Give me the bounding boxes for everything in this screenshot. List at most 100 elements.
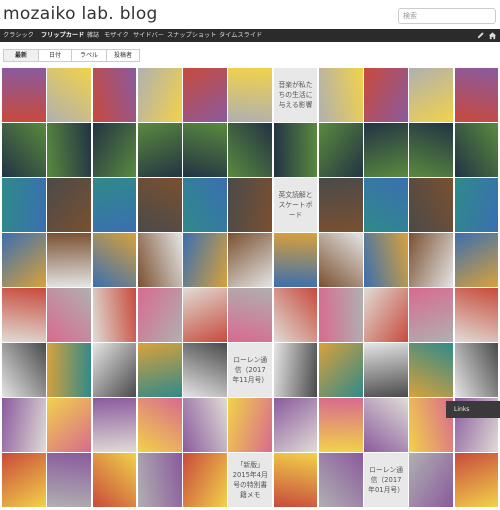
post-tile[interactable] bbox=[364, 288, 408, 342]
post-tile[interactable] bbox=[454, 233, 499, 287]
post-tile[interactable] bbox=[137, 288, 182, 342]
pencil-icon[interactable] bbox=[476, 31, 485, 40]
nav-timeslide[interactable]: タイムスライド bbox=[219, 29, 262, 42]
post-tile[interactable] bbox=[364, 123, 408, 177]
post-tile[interactable] bbox=[183, 288, 227, 342]
post-tile[interactable] bbox=[47, 288, 92, 342]
post-tile[interactable] bbox=[409, 453, 454, 507]
post-tile[interactable] bbox=[364, 233, 408, 287]
tab-date[interactable]: 日付 bbox=[38, 49, 72, 62]
post-tile[interactable] bbox=[318, 453, 363, 507]
post-tile[interactable] bbox=[92, 453, 137, 507]
post-tile[interactable] bbox=[137, 453, 182, 507]
post-tile[interactable] bbox=[409, 343, 454, 397]
post-tile[interactable] bbox=[454, 343, 499, 397]
post-tile[interactable] bbox=[137, 123, 182, 177]
nav-classic[interactable]: クラシック bbox=[3, 29, 34, 42]
post-tile[interactable] bbox=[137, 398, 182, 452]
post-tile[interactable] bbox=[183, 68, 227, 122]
post-tile[interactable] bbox=[2, 68, 46, 122]
post-tile[interactable] bbox=[454, 178, 499, 232]
post-tile[interactable] bbox=[318, 398, 363, 452]
post-tile[interactable] bbox=[364, 343, 408, 397]
post-tile[interactable] bbox=[454, 288, 499, 342]
post-tile[interactable] bbox=[47, 398, 92, 452]
nav-magazine[interactable]: 雑誌 bbox=[87, 29, 99, 42]
post-tile[interactable] bbox=[273, 123, 318, 177]
post-tile[interactable] bbox=[318, 288, 363, 342]
post-tile[interactable] bbox=[47, 123, 92, 177]
post-tile[interactable] bbox=[454, 123, 499, 177]
search-input[interactable]: 検索 bbox=[398, 8, 496, 24]
post-tile[interactable] bbox=[137, 178, 182, 232]
post-tile[interactable] bbox=[364, 68, 408, 122]
post-tile[interactable] bbox=[47, 68, 92, 122]
post-tile[interactable] bbox=[273, 453, 318, 507]
post-tile[interactable] bbox=[2, 233, 46, 287]
post-tile[interactable] bbox=[2, 398, 46, 452]
home-icon[interactable] bbox=[488, 31, 497, 40]
post-tile[interactable] bbox=[92, 398, 137, 452]
post-tile[interactable] bbox=[228, 178, 273, 232]
post-tile[interactable] bbox=[228, 398, 273, 452]
post-tile[interactable] bbox=[273, 398, 318, 452]
post-tile[interactable] bbox=[409, 288, 454, 342]
links-panel[interactable]: Links bbox=[446, 401, 500, 418]
post-tile[interactable] bbox=[137, 233, 182, 287]
post-tile[interactable] bbox=[183, 343, 227, 397]
post-tile[interactable] bbox=[47, 233, 92, 287]
post-tile[interactable] bbox=[318, 233, 363, 287]
post-tile[interactable] bbox=[409, 233, 454, 287]
post-tile[interactable] bbox=[92, 68, 137, 122]
post-tile[interactable] bbox=[409, 178, 454, 232]
post-tile[interactable] bbox=[47, 178, 92, 232]
post-tile[interactable] bbox=[92, 123, 137, 177]
post-tile[interactable] bbox=[2, 288, 46, 342]
post-tile[interactable] bbox=[364, 398, 408, 452]
post-tile[interactable] bbox=[454, 68, 499, 122]
post-tile[interactable] bbox=[47, 343, 92, 397]
blog-title[interactable]: mozaiko lab. blog bbox=[3, 4, 158, 24]
post-tile[interactable] bbox=[273, 343, 318, 397]
post-tile[interactable] bbox=[409, 68, 454, 122]
post-tile[interactable] bbox=[137, 343, 182, 397]
tab-author[interactable]: 投稿者 bbox=[106, 49, 140, 62]
post-tile[interactable] bbox=[92, 343, 137, 397]
post-tile[interactable] bbox=[92, 178, 137, 232]
post-tile[interactable] bbox=[228, 68, 273, 122]
post-tile[interactable] bbox=[228, 233, 273, 287]
post-tile[interactable] bbox=[228, 288, 273, 342]
post-tile[interactable] bbox=[318, 178, 363, 232]
post-tile[interactable]: 英文読解とスケートボード bbox=[273, 178, 318, 232]
post-tile[interactable]: 「新版」2015年4月号の特別書籍メモ bbox=[228, 453, 273, 507]
nav-mosaic[interactable]: モザイク bbox=[104, 29, 129, 42]
post-tile[interactable] bbox=[2, 178, 46, 232]
post-tile[interactable] bbox=[47, 453, 92, 507]
post-tile[interactable] bbox=[137, 68, 182, 122]
post-tile[interactable] bbox=[92, 288, 137, 342]
post-tile[interactable]: ローレン通信（2017年11月号） bbox=[228, 343, 273, 397]
post-tile[interactable] bbox=[318, 343, 363, 397]
nav-flipcard[interactable]: フリップカード bbox=[41, 29, 84, 42]
nav-sidebar[interactable]: サイドバー bbox=[133, 29, 164, 42]
post-tile[interactable] bbox=[2, 343, 46, 397]
post-tile[interactable] bbox=[273, 288, 318, 342]
post-tile[interactable] bbox=[318, 123, 363, 177]
post-tile[interactable] bbox=[183, 123, 227, 177]
post-tile[interactable] bbox=[183, 178, 227, 232]
post-tile[interactable] bbox=[409, 123, 454, 177]
post-tile[interactable]: 音楽が私たちの生活に与える影響 bbox=[273, 68, 318, 122]
post-tile[interactable] bbox=[2, 453, 46, 507]
post-tile[interactable] bbox=[228, 123, 273, 177]
post-tile[interactable] bbox=[454, 453, 499, 507]
post-tile[interactable] bbox=[183, 453, 227, 507]
post-tile[interactable] bbox=[364, 178, 408, 232]
post-tile[interactable]: ローレン通信（2017年01月号） bbox=[364, 453, 408, 507]
post-tile[interactable] bbox=[183, 398, 227, 452]
tab-latest[interactable]: 最新 bbox=[3, 49, 39, 62]
post-tile[interactable] bbox=[2, 123, 46, 177]
post-tile[interactable] bbox=[183, 233, 227, 287]
post-tile[interactable] bbox=[273, 233, 318, 287]
post-tile[interactable] bbox=[92, 233, 137, 287]
tab-label[interactable]: ラベル bbox=[71, 49, 107, 62]
